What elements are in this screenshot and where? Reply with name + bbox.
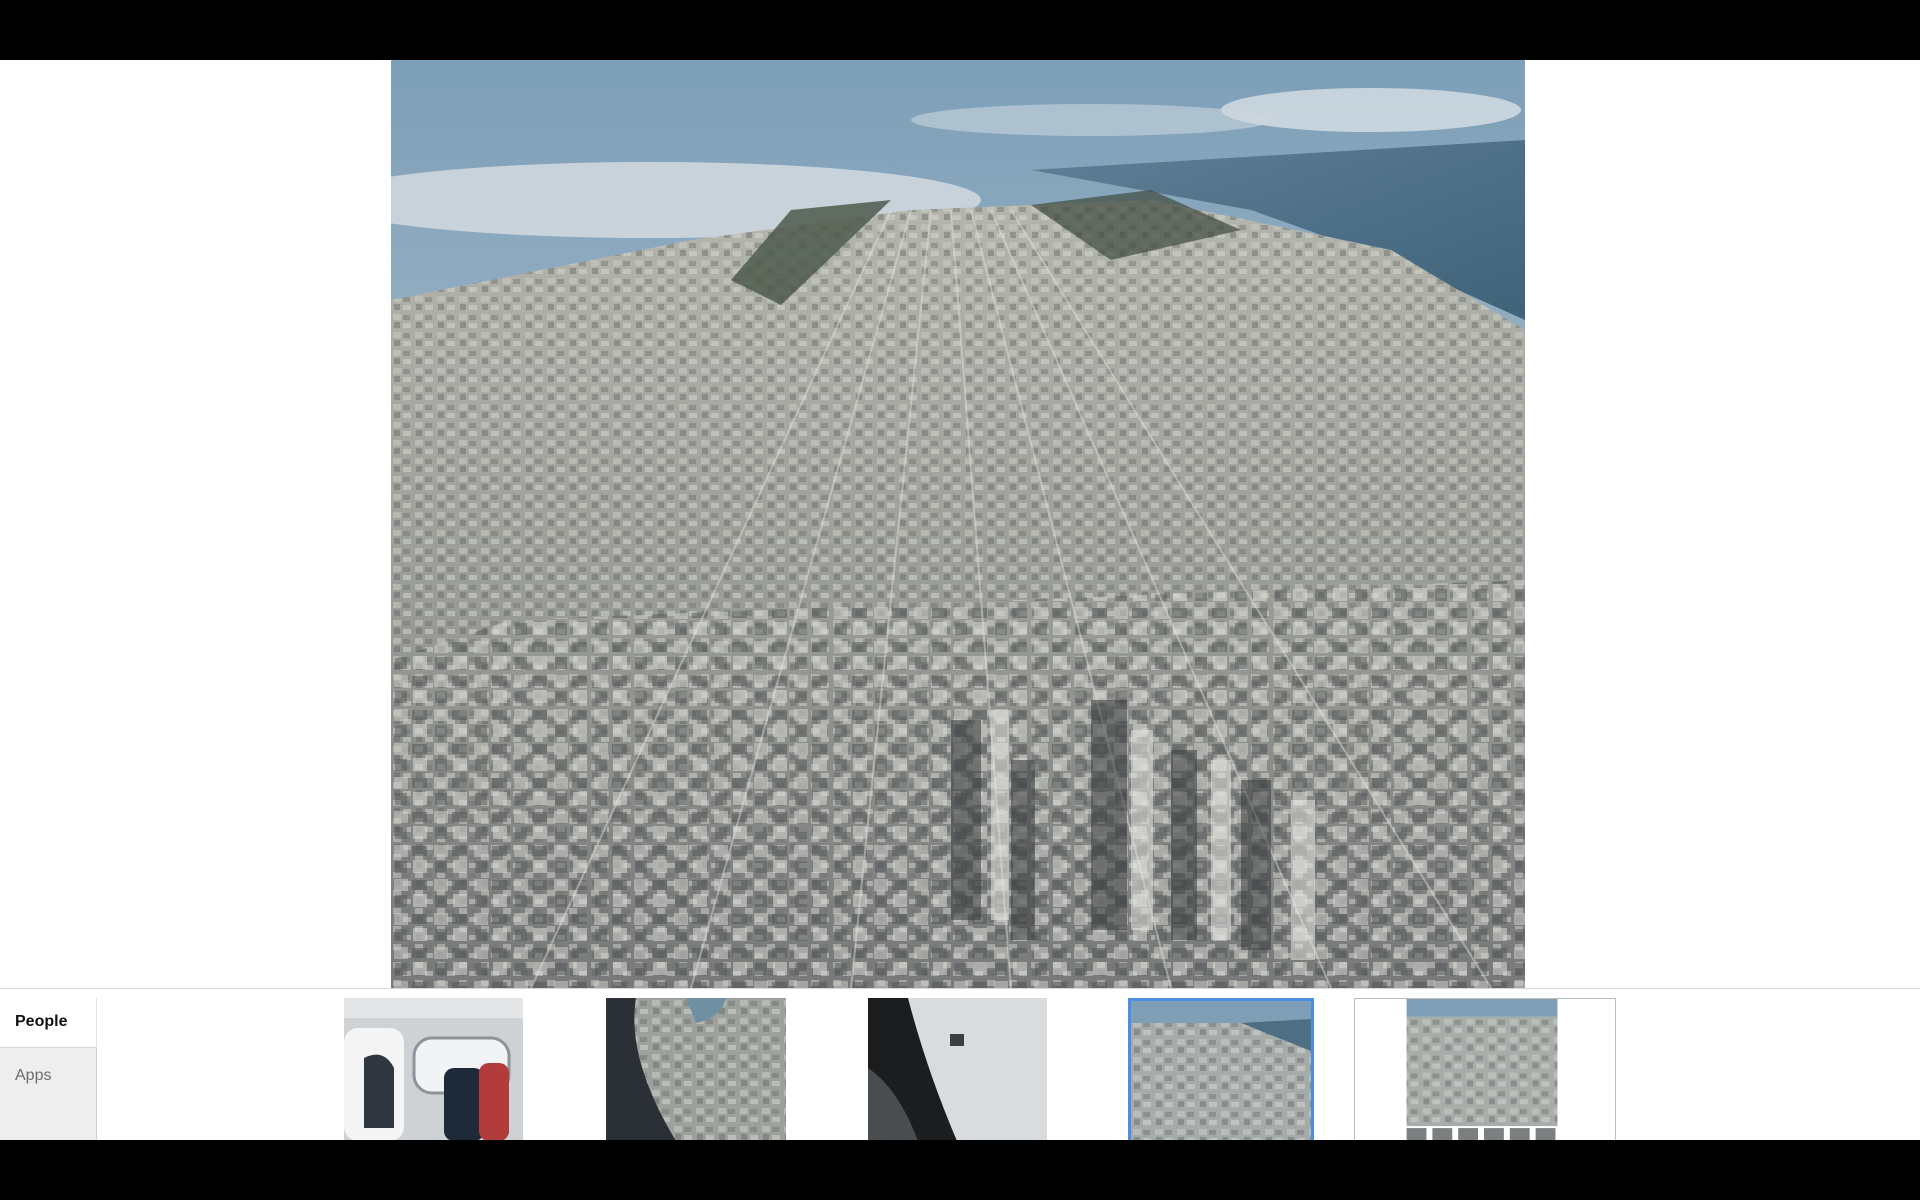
letterbox-bottom [0, 1140, 1920, 1200]
window-view-photo [606, 998, 786, 1141]
letterbox-top [0, 0, 1920, 60]
filmstrip: People Apps [0, 988, 1920, 1141]
main-photo[interactable] [391, 60, 1525, 988]
tab-apps[interactable]: Apps [0, 1047, 97, 1141]
thumbnail-aerial-strip[interactable] [1354, 998, 1616, 1141]
photo-stage [0, 60, 1920, 988]
thumbnail-window-view[interactable] [606, 998, 786, 1141]
aerial-strip-photo [1355, 999, 1615, 1141]
plane-door-photo [868, 998, 1047, 1141]
cabin-photo [344, 998, 523, 1141]
thumbnail-plane-door[interactable] [868, 998, 1047, 1141]
thumbnail-cabin[interactable] [344, 998, 523, 1141]
tab-people[interactable]: People [0, 997, 97, 1047]
side-tabs: People Apps [0, 989, 97, 1141]
aerial-thumb-photo [1131, 1001, 1311, 1141]
thumbnail-aerial-selected[interactable] [1128, 998, 1314, 1141]
aerial-city-photo [391, 60, 1525, 988]
